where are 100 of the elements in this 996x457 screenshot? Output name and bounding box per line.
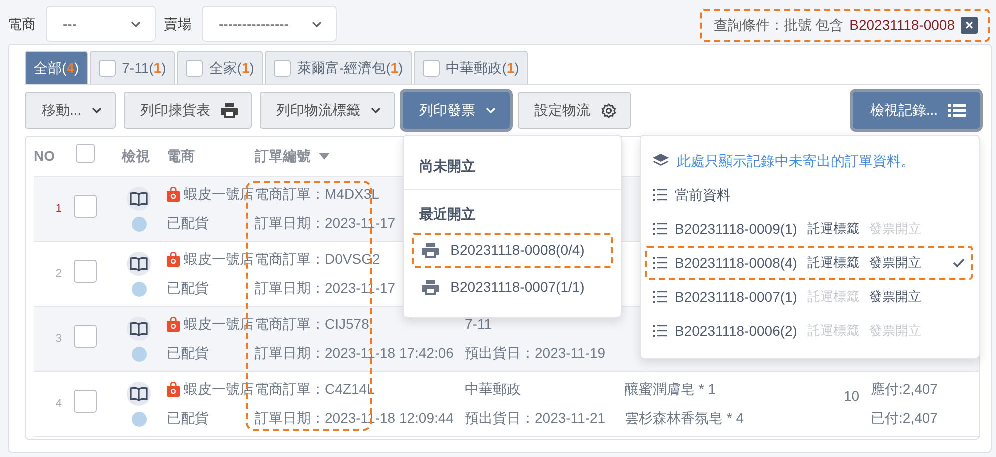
status-text: 已配貨 bbox=[167, 409, 209, 428]
checkbox[interactable] bbox=[74, 194, 97, 218]
view-button[interactable] bbox=[127, 186, 151, 210]
list-icon bbox=[653, 291, 667, 303]
tag-label: 託運標籤 bbox=[807, 322, 860, 340]
menu-item[interactable]: B20231118-0007(1/1) bbox=[412, 270, 613, 305]
tab[interactable]: 全部(4) bbox=[25, 51, 88, 84]
layers-icon bbox=[653, 154, 669, 168]
caret-icon bbox=[370, 107, 381, 114]
list-icon bbox=[653, 189, 667, 201]
column-header[interactable]: 檢視 bbox=[122, 146, 150, 167]
tag-label: 發票開立 bbox=[869, 288, 922, 306]
tab[interactable]: 萊爾富-經濟包(1) bbox=[265, 51, 412, 84]
list-icon bbox=[948, 104, 966, 117]
menu-item[interactable]: B20231118-0009(1) 託運標籤 發票開立 bbox=[645, 212, 973, 246]
menu-item[interactable]: B20231118-0008(4) 託運標籤 發票開立 bbox=[645, 246, 973, 280]
menu-item[interactable]: B20231118-0007(1) 託運標籤 發票開立 bbox=[645, 280, 973, 314]
list-icon bbox=[653, 223, 667, 235]
status-dot bbox=[132, 216, 146, 232]
column-header[interactable]: 訂單編號 bbox=[255, 146, 311, 167]
order-date: 訂單日期：2023-11-18 12:09:44 bbox=[255, 409, 454, 428]
tab[interactable]: 7-11(1) bbox=[90, 51, 176, 84]
order-date: 訂單日期：2023-11-17 bbox=[255, 279, 396, 298]
caret-icon bbox=[92, 107, 102, 114]
close-button[interactable]: × bbox=[961, 16, 978, 34]
product-item: 雲杉森林香氛皂 * 4 bbox=[625, 409, 744, 428]
select-field[interactable]: --------------- bbox=[202, 6, 337, 42]
status-dot bbox=[132, 412, 146, 426]
query-value: B20231118-0008 bbox=[850, 16, 955, 34]
field-label: 賣場 bbox=[164, 14, 192, 34]
quantity: 10 bbox=[844, 387, 860, 406]
tag-label: 發票開立 bbox=[869, 220, 922, 238]
checkbox[interactable] bbox=[74, 390, 97, 412]
row-number: 2 bbox=[56, 268, 62, 280]
menu-item[interactable]: 當前資料 bbox=[645, 178, 973, 212]
order-date: 訂單日期：2023-11-18 17:42:06 bbox=[255, 344, 454, 363]
column-header[interactable]: NO bbox=[34, 146, 55, 167]
checkbox[interactable] bbox=[76, 144, 95, 163]
checkbox[interactable] bbox=[99, 60, 116, 76]
status-dot bbox=[132, 346, 146, 362]
list-icon bbox=[653, 325, 667, 337]
order-number: 電商訂單：C4Z14L bbox=[255, 380, 375, 399]
checkbox[interactable] bbox=[186, 60, 204, 76]
shopping-bag-icon bbox=[167, 317, 180, 332]
row-number: 4 bbox=[56, 398, 62, 410]
status-text: 已配貨 bbox=[167, 344, 209, 363]
gear-icon bbox=[600, 102, 617, 118]
caret-icon bbox=[131, 20, 141, 28]
checkbox[interactable] bbox=[423, 60, 440, 76]
toolbar-button[interactable]: 移動... bbox=[25, 92, 116, 129]
checkbox[interactable] bbox=[274, 60, 292, 76]
menu-heading: 最近開立 bbox=[418, 205, 477, 224]
tag-label: 發票開立 bbox=[869, 254, 922, 272]
ship-date: 預出貨日：2023-11-19 bbox=[465, 344, 606, 363]
menu-note: 此處只顯示記錄中未寄出的訂單資料。 bbox=[677, 152, 915, 170]
menu-heading: 尚未開立 bbox=[418, 157, 477, 176]
book-icon bbox=[130, 322, 148, 336]
view-button[interactable] bbox=[127, 382, 151, 406]
view-button[interactable] bbox=[127, 252, 151, 276]
caret-icon bbox=[312, 20, 322, 28]
checkbox[interactable] bbox=[74, 324, 97, 348]
select-field[interactable]: --- bbox=[46, 6, 156, 42]
check-icon bbox=[953, 258, 965, 268]
tab[interactable]: 全家(1) bbox=[177, 51, 264, 84]
toolbar-button[interactable]: 列印揀貨表 bbox=[124, 92, 252, 129]
column-header[interactable]: 電商 bbox=[167, 146, 195, 167]
menu-item[interactable]: B20231118-0008(0/4) bbox=[412, 233, 613, 268]
order-number: 電商訂單：D0VSG2 bbox=[255, 250, 380, 269]
shopping-bag-icon bbox=[167, 252, 180, 267]
status-text: 已配貨 bbox=[167, 214, 209, 233]
checkbox[interactable] bbox=[74, 260, 97, 282]
toolbar-button[interactable]: 設定物流 bbox=[518, 92, 631, 129]
book-icon bbox=[130, 386, 148, 400]
amount-payable: 應付:2,407 bbox=[871, 380, 938, 399]
amount-paid: 已付:2,407 bbox=[871, 409, 938, 428]
shopping-bag-icon bbox=[167, 382, 180, 397]
toolbar-button[interactable]: 列印物流標籤 bbox=[260, 92, 395, 129]
row-number: 3 bbox=[56, 332, 62, 345]
order-date: 訂單日期：2023-11-17 bbox=[255, 214, 396, 233]
book-icon bbox=[130, 192, 148, 206]
printer-icon bbox=[422, 280, 439, 295]
view-button[interactable] bbox=[127, 316, 151, 340]
query-label: 查詢條件：批號 包含 bbox=[714, 16, 844, 34]
shopping-bag-icon bbox=[167, 187, 180, 202]
order-number: 電商訂單：CIJ578 bbox=[255, 315, 370, 334]
toolbar-button[interactable]: 列印發票 bbox=[402, 92, 510, 129]
printer-icon bbox=[220, 103, 238, 118]
field-label: 電商 bbox=[8, 14, 36, 34]
printer-icon bbox=[422, 243, 439, 258]
carrier-name: 中華郵政 bbox=[465, 380, 521, 399]
tab[interactable]: 中華郵政(1) bbox=[414, 51, 528, 84]
order-number: 電商訂單：M4DX3L bbox=[255, 185, 380, 204]
book-icon bbox=[130, 256, 148, 270]
ship-date: 預出貨日：2023-11-21 bbox=[465, 409, 606, 428]
caret-icon bbox=[486, 107, 496, 114]
tag-label: 託運標籤 bbox=[807, 254, 860, 272]
toolbar-button[interactable]: 檢視記錄... bbox=[853, 92, 980, 129]
status-text: 已配貨 bbox=[167, 279, 209, 298]
menu-item[interactable]: B20231118-0006(2) 託運標籤 發票開立 bbox=[645, 314, 973, 348]
status-dot bbox=[132, 282, 146, 296]
